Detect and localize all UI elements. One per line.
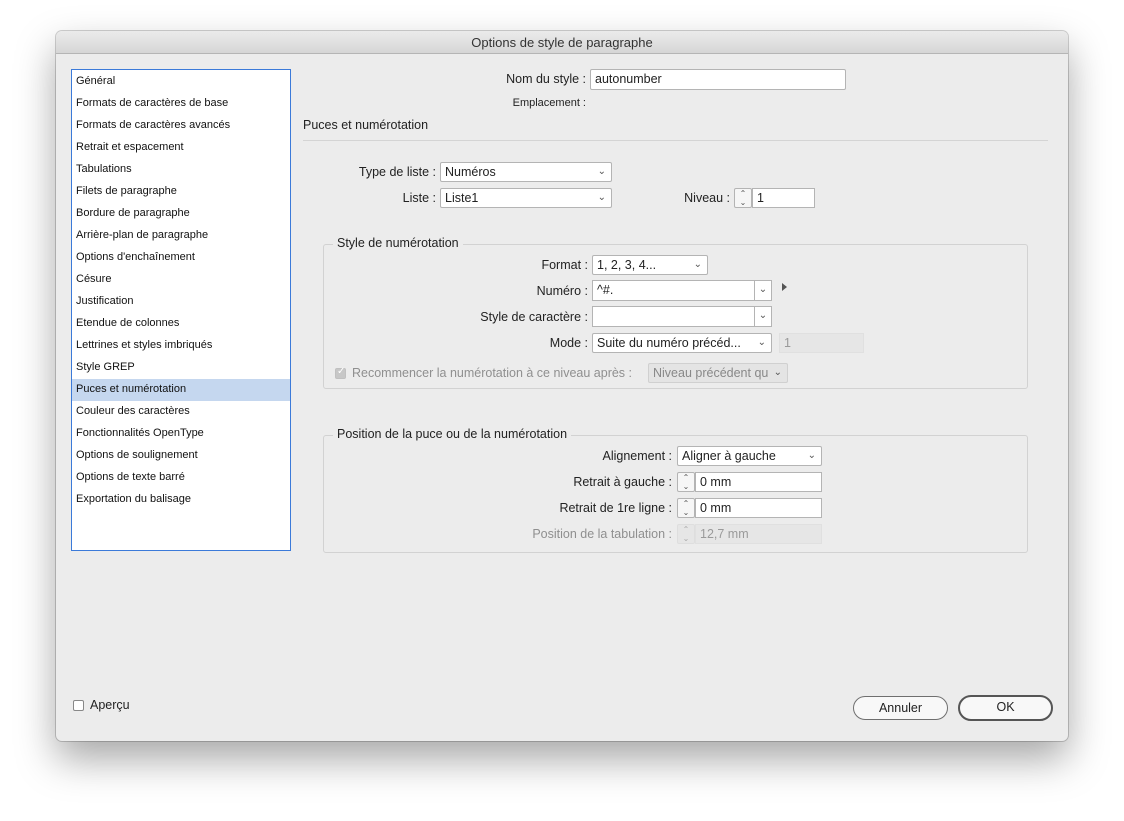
left-indent-stepper[interactable]: ⌃ ⌄: [677, 472, 695, 492]
mode-select[interactable]: Suite du numéro précéd... ⌄: [592, 333, 772, 353]
category-sidebar: Général Formats de caractères de base Form…: [71, 69, 291, 551]
list-select[interactable]: Liste1 ⌄: [440, 188, 612, 208]
sidebar-item-formats-de-caracteres-de-base[interactable]: Formats de caractères de base: [72, 93, 290, 115]
restart-numbering-label: Recommencer la numérotation à ce niveau …: [352, 366, 633, 380]
mode-start-number-input: 1: [779, 333, 864, 353]
chevron-down-icon: ⌄: [807, 450, 816, 461]
left-indent-input[interactable]: 0 mm: [695, 472, 822, 492]
sidebar-item-options-de-soulignement[interactable]: Options de soulignement: [72, 445, 290, 467]
style-name-label: Nom du style :: [506, 72, 586, 86]
preview-checkbox[interactable]: [73, 700, 84, 711]
char-style-menu-button[interactable]: ⌄: [754, 306, 772, 327]
position-title: Position de la puce ou de la numérotatio…: [333, 427, 572, 441]
dialog-window: Options de style de paragraphe Général Fo…: [56, 31, 1068, 741]
cancel-button[interactable]: Annuler: [853, 696, 948, 720]
category-list: Général Formats de caractères de base Form…: [72, 70, 290, 511]
mode-value: Suite du numéro précéd...: [597, 336, 741, 350]
sidebar-item-fonctionnalites-opentype[interactable]: Fonctionnalités OpenType: [72, 423, 290, 445]
sidebar-item-tabulations[interactable]: Tabulations: [72, 159, 290, 181]
sidebar-item-formats-de-caracteres-avances[interactable]: Formats de caractères avancés: [72, 115, 290, 137]
format-value: 1, 2, 3, 4...: [597, 258, 657, 272]
sidebar-item-options-d-enchainement[interactable]: Options d'enchaînement: [72, 247, 290, 269]
stepper-up-icon[interactable]: ⌃: [678, 499, 694, 508]
tab-position-input: 12,7 mm: [695, 524, 822, 544]
ok-button[interactable]: OK: [958, 695, 1053, 721]
sidebar-item-bordure-de-paragraphe[interactable]: Bordure de paragraphe: [72, 203, 290, 225]
alignment-label: Alignement :: [602, 449, 672, 463]
tab-position-stepper: ⌃ ⌄: [677, 524, 695, 544]
chevron-down-icon: ⌄: [758, 310, 768, 321]
section-title: Puces et numérotation: [303, 118, 429, 132]
stepper-up-icon[interactable]: ⌃: [678, 473, 694, 482]
left-indent-label: Retrait à gauche :: [573, 475, 672, 489]
list-value: Liste1: [445, 191, 479, 205]
number-label: Numéro :: [536, 284, 588, 298]
restart-level-select: Niveau précédent qu ⌄: [648, 363, 788, 383]
sidebar-item-couleur-des-caracteres[interactable]: Couleur des caractères: [72, 401, 290, 423]
sidebar-item-style-grep[interactable]: Style GREP: [72, 357, 290, 379]
list-type-value: Numéros: [445, 165, 496, 179]
preview-label: Aperçu: [90, 698, 130, 712]
format-select[interactable]: 1, 2, 3, 4... ⌄: [592, 255, 708, 275]
style-name-input[interactable]: autonumber: [590, 69, 846, 90]
window-title: Options de style de paragraphe: [56, 31, 1068, 54]
sidebar-item-cesure[interactable]: Césure: [72, 269, 290, 291]
chevron-down-icon: ⌄: [693, 259, 702, 270]
stepper-up-icon[interactable]: ⌃: [735, 189, 751, 198]
chevron-down-icon: ⌄: [757, 337, 766, 348]
numbering-style-title: Style de numérotation: [333, 236, 463, 250]
chevron-down-icon: ⌄: [597, 192, 606, 203]
char-style-input[interactable]: [592, 306, 755, 327]
chevron-down-icon: ⌄: [758, 284, 768, 295]
first-line-indent-input[interactable]: 0 mm: [695, 498, 822, 518]
level-stepper[interactable]: ⌃ ⌄: [734, 188, 752, 208]
sidebar-item-puces-et-numerotation[interactable]: Puces et numérotation: [72, 379, 290, 401]
restart-level-value: Niveau précédent qu: [653, 366, 769, 380]
chevron-down-icon: ⌄: [597, 166, 606, 177]
stepper-down-icon: ⌄: [682, 534, 690, 543]
sidebar-item-retrait-et-espacement[interactable]: Retrait et espacement: [72, 137, 290, 159]
list-type-select[interactable]: Numéros ⌄: [440, 162, 612, 182]
first-line-indent-stepper[interactable]: ⌃ ⌄: [677, 498, 695, 518]
number-input[interactable]: ^#.: [592, 280, 755, 301]
position-group: [323, 435, 1028, 553]
stepper-down-icon[interactable]: ⌄: [678, 508, 694, 517]
list-type-label: Type de liste :: [358, 165, 436, 179]
sidebar-item-options-de-texte-barre[interactable]: Options de texte barré: [72, 467, 290, 489]
first-line-indent-label: Retrait de 1re ligne :: [559, 501, 672, 515]
stepper-down-icon[interactable]: ⌄: [735, 198, 751, 207]
section-divider: [303, 140, 1048, 141]
sidebar-item-filets-de-paragraphe[interactable]: Filets de paragraphe: [72, 181, 290, 203]
stepper-down-icon[interactable]: ⌄: [678, 482, 694, 491]
sidebar-item-etendue-de-colonnes[interactable]: Etendue de colonnes: [72, 313, 290, 335]
location-label: Emplacement :: [512, 97, 586, 109]
sidebar-item-arriere-plan-de-paragraphe[interactable]: Arrière-plan de paragraphe: [72, 225, 290, 247]
insert-special-arrow-icon[interactable]: [782, 283, 787, 291]
format-label: Format :: [541, 258, 588, 272]
mode-label: Mode :: [549, 336, 588, 350]
level-label: Niveau :: [684, 191, 730, 205]
sidebar-item-lettrines-et-styles-imbriques[interactable]: Lettrines et styles imbriqués: [72, 335, 290, 357]
number-menu-button[interactable]: ⌄: [754, 280, 772, 301]
char-style-label: Style de caractère :: [480, 310, 588, 324]
stepper-up-icon: ⌃: [682, 525, 690, 534]
sidebar-item-justification[interactable]: Justification: [72, 291, 290, 313]
chevron-down-icon: ⌄: [771, 365, 782, 381]
level-input[interactable]: 1: [752, 188, 815, 208]
alignment-value: Aligner à gauche: [682, 449, 776, 463]
tab-position-label: Position de la tabulation :: [532, 527, 672, 541]
sidebar-item-general[interactable]: Général: [72, 71, 290, 93]
restart-numbering-checkbox: ✓: [335, 366, 346, 379]
sidebar-item-exportation-du-balisage[interactable]: Exportation du balisage: [72, 489, 290, 511]
list-label: Liste :: [402, 191, 436, 205]
checkmark-icon: ✓: [337, 366, 346, 377]
alignment-select[interactable]: Aligner à gauche ⌄: [677, 446, 822, 466]
